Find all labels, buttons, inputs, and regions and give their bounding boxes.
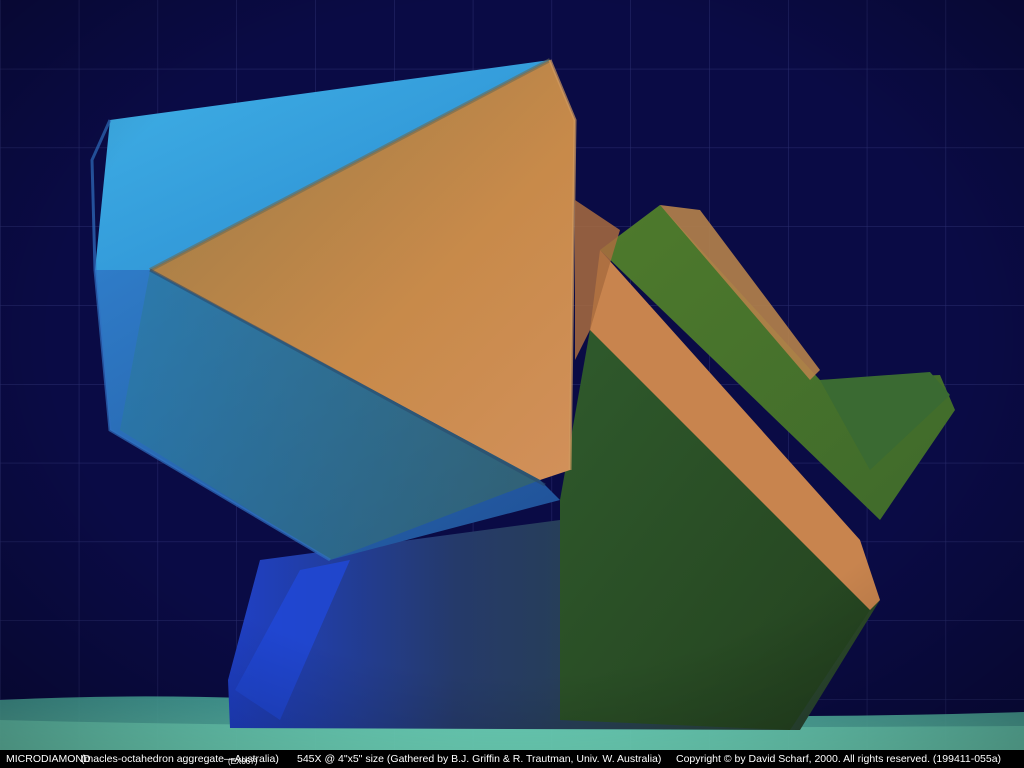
micrograph-scene — [0, 0, 1024, 750]
caption-copyright: Copyright © by David Scharf, 2000. All r… — [676, 753, 1002, 765]
caption-bar: MICRODIAMOND (macles-octahedron aggregat… — [0, 750, 1024, 768]
caption-magnification: 545X @ 4"x5" size (Gathered by B.J. Grif… — [297, 753, 662, 765]
caption-specimen-code: (EX067) — [228, 757, 258, 766]
caption-subject: MICRODIAMOND — [6, 753, 91, 765]
sem-micrograph: MICRODIAMOND (macles-octahedron aggregat… — [0, 0, 1024, 768]
